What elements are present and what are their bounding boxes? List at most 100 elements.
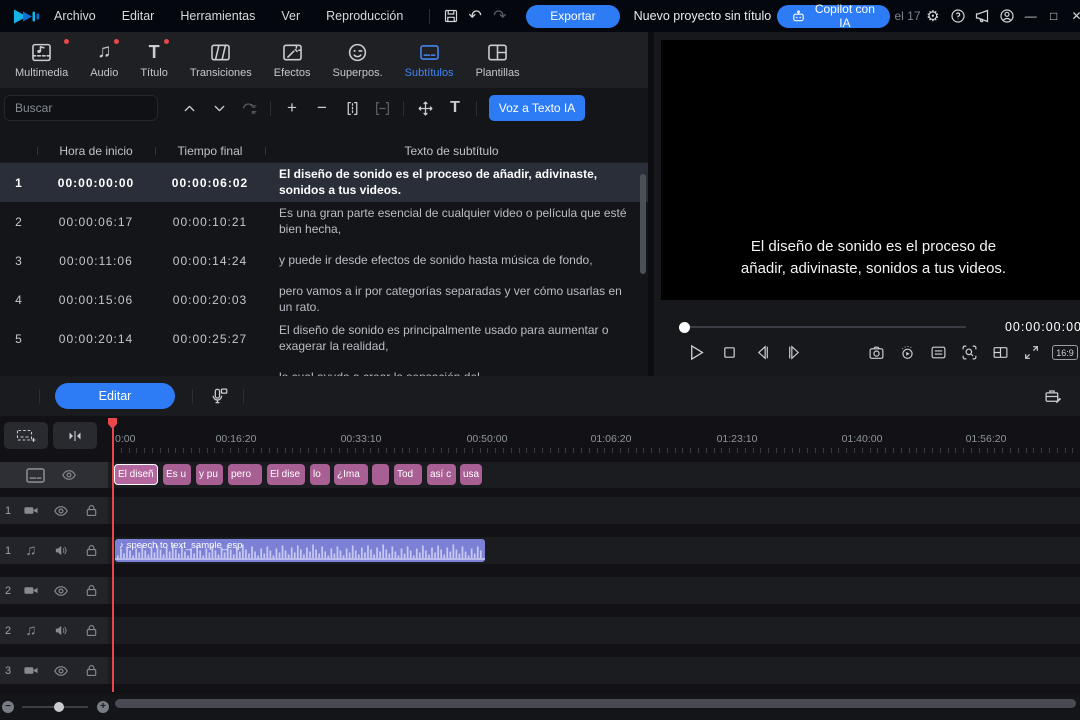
stop-button[interactable] [716,338,742,366]
tab-templates[interactable]: Plantillas [465,32,531,88]
render-preview-icon[interactable] [894,338,920,366]
subtitle-clip[interactable]: Es u [163,464,191,485]
track-lock-icon[interactable] [76,583,106,598]
marker-list-icon[interactable] [925,338,951,366]
undo-icon[interactable]: ↶ [463,2,488,30]
previous-frame-button[interactable] [749,338,775,366]
clip-edit-bar: Editar [0,376,1080,416]
minus-icon[interactable]: − [307,95,337,121]
megaphone-icon[interactable] [970,2,995,30]
zoom-slider-thumb[interactable] [54,702,64,712]
track-visibility-icon[interactable] [46,583,76,599]
copilot-label: Copilot con IA [813,2,876,30]
track-lock-icon[interactable] [76,623,106,638]
subtitle-row[interactable]: 400:00:15:0600:00:20:03pero vamos a ir p… [0,280,648,319]
subtitle-row[interactable]: 200:00:06:1700:00:10:21Es una gran parte… [0,202,648,241]
track-content[interactable] [0,657,1080,684]
export-button[interactable]: Exportar [526,5,619,28]
maximize-button[interactable]: □ [1042,1,1065,31]
search-input[interactable] [4,95,158,121]
help-icon[interactable] [945,2,970,30]
subtitle-clip[interactable]: El dise [267,464,305,485]
subtitle-row[interactable]: lo cual ayuda a crear la sensación del [0,358,648,376]
subtitle-row[interactable]: 300:00:11:0600:00:14:24y puede ir desde … [0,241,648,280]
track-lock-icon[interactable] [76,503,106,518]
video-viewport[interactable]: El diseño de sonido es el proceso de aña… [661,40,1080,300]
chevron-down-icon[interactable] [204,95,234,121]
ruler-tick [121,448,122,453]
zoom-out-button[interactable]: − [2,701,14,713]
voice-to-text-button[interactable]: Voz a Texto IA [489,95,585,121]
zoom-preview-icon[interactable] [956,338,982,366]
fullscreen-icon[interactable] [1018,338,1044,366]
subtitle-clip[interactable]: El diseñ [114,464,158,485]
menu-reproduccion[interactable]: Reproducción [326,9,403,23]
text-tool-icon[interactable]: T [440,95,470,121]
table-scrollbar[interactable] [640,174,646,374]
subtitle-row[interactable]: 100:00:00:0000:00:06:02El diseño de soni… [0,163,648,202]
track-content[interactable] [0,462,1080,488]
track-content[interactable] [0,497,1080,524]
track-content[interactable] [0,577,1080,604]
track-lock-icon[interactable] [76,663,106,678]
subtitle-clip[interactable]: y pu [196,464,223,485]
toolbox-edit-icon[interactable] [1036,382,1070,410]
close-button[interactable]: ✕ [1065,1,1080,31]
subtitle-clip[interactable]: pero [228,464,262,485]
subtitle-clip[interactable]: usa [460,464,482,485]
chevron-up-icon[interactable] [174,95,204,121]
snap-to-playhead-button[interactable] [53,422,97,449]
save-icon[interactable] [438,2,463,30]
replace-icon[interactable] [234,95,264,121]
copilot-button[interactable]: Copilot con IA [777,5,890,28]
scrubber-track[interactable] [683,326,966,328]
audio-clip[interactable]: ♪ speech to text_sample_esp [115,539,485,562]
tab-media[interactable]: Multimedia [4,32,79,88]
settings-gear-icon[interactable]: ⚙ [921,2,946,30]
play-button[interactable] [683,338,709,366]
menu-archivo[interactable]: Archivo [54,9,96,23]
subtitle-clip[interactable]: lo [310,464,330,485]
subtitle-clip[interactable]: Tod [394,464,422,485]
next-frame-button[interactable] [781,338,807,366]
subtitle-row[interactable]: 500:00:20:1400:00:25:27El diseño de soni… [0,319,648,358]
scrubber-handle[interactable] [679,322,690,333]
track-lock-icon[interactable] [76,543,106,558]
split-screen-icon[interactable] [987,338,1013,366]
tab-audio[interactable]: ♫Audio [79,32,129,88]
subtitle-clip[interactable]: así c [427,464,456,485]
tab-subtitles[interactable]: Subtítulos [394,32,465,88]
add-subtitle-track-button[interactable] [4,422,48,449]
split-icon[interactable] [337,95,367,121]
tab-overlay[interactable]: Superpos. [321,32,393,88]
zoom-in-button[interactable]: + [97,701,109,713]
tab-effects[interactable]: Efectos [263,32,322,88]
track-mute-icon[interactable] [46,623,76,638]
move-icon[interactable] [410,95,440,121]
track-visibility-icon[interactable] [46,503,76,519]
menu-herramientas[interactable]: Herramientas [180,9,255,23]
speech-to-text-icon[interactable] [201,382,235,410]
tab-title[interactable]: TTítulo [129,32,179,88]
track-visibility-icon[interactable] [46,663,76,679]
tab-transition[interactable]: Transiciones [179,32,263,88]
timeline-horizontal-scrollbar[interactable] [115,699,1076,708]
merge-icon[interactable] [367,95,397,121]
menu-ver[interactable]: Ver [281,9,300,23]
track-content[interactable] [0,617,1080,644]
subtitle-clip[interactable] [372,464,389,485]
track-mute-icon[interactable] [46,543,76,558]
plus-icon[interactable]: + [277,95,307,121]
account-icon[interactable] [995,2,1020,30]
playhead-handle[interactable] [108,418,117,429]
ruler-tick [1041,448,1042,453]
subtitle-clip[interactable]: ¿Ima [334,464,368,485]
track-visibility-icon[interactable] [54,467,84,483]
minimize-button[interactable]: — [1019,1,1042,31]
menu-editar[interactable]: Editar [122,9,155,23]
edit-subtitle-button[interactable]: Editar [55,383,175,409]
table-scrollbar-thumb[interactable] [640,174,646,274]
snapshot-camera-icon[interactable] [863,338,889,366]
aspect-ratio-button[interactable]: 16:9 [1052,345,1078,360]
redo-icon[interactable]: ↷ [488,2,513,30]
